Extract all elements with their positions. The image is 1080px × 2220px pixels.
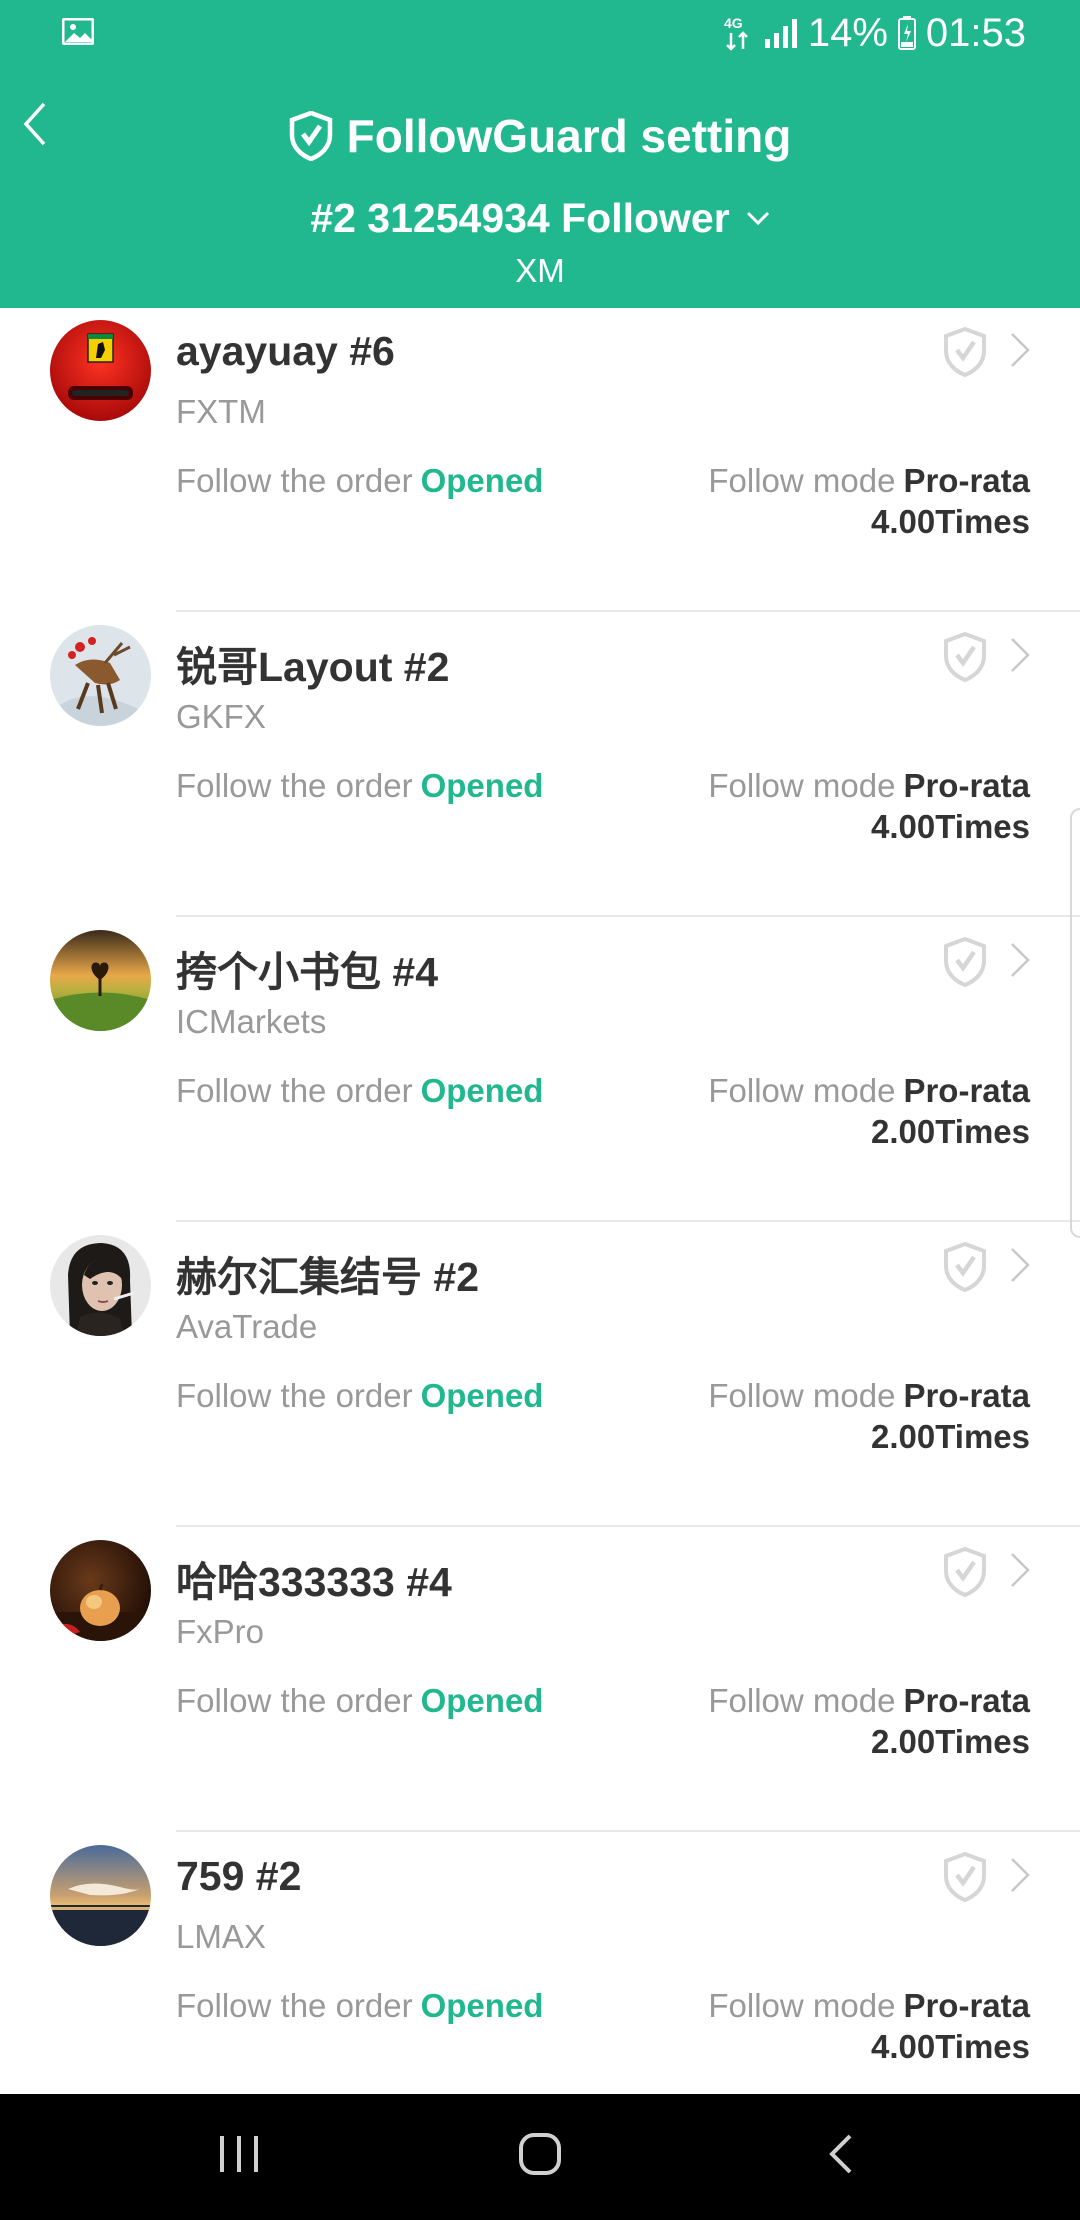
trader-broker: FXTM [176, 393, 266, 430]
follow-mode-label: Follow mode [708, 462, 896, 499]
trader-name: 759 #2 [176, 1853, 302, 1899]
shield-icon[interactable] [942, 1851, 988, 1903]
follow-order-label: Follow the order [176, 462, 413, 499]
list-item[interactable]: ayayuay #6 FXTM Follow the order Opened F… [0, 308, 1080, 612]
avatar [50, 930, 151, 1031]
multiplier-value: 2.00Times [870, 1113, 1030, 1150]
order-status: Opened [420, 1682, 544, 1719]
trader-broker: FxPro [176, 1613, 265, 1650]
signal-icon [764, 19, 797, 48]
follow-mode-value: Pro-rata [903, 1682, 1030, 1719]
clock: 01:53 [925, 10, 1026, 55]
divider [176, 610, 1080, 612]
multiplier-value: 2.00Times [870, 1418, 1030, 1455]
app-header: 4G 14% 01:53 FollowGuard setting #2 3125… [0, 0, 1080, 308]
list-item[interactable]: 挎个小书包 #4 ICMarkets Follow the order Opene… [0, 918, 1080, 1222]
order-status: Opened [420, 767, 544, 804]
network-icon: 4G [724, 15, 754, 51]
battery-percent: 14% [807, 10, 888, 55]
chevron-right-icon[interactable] [1008, 1245, 1032, 1285]
multiplier-value: 4.00Times [870, 503, 1030, 540]
chevron-right-icon[interactable] [1008, 1855, 1032, 1895]
follow-mode-value: Pro-rata [903, 767, 1030, 804]
svg-text:4G: 4G [724, 15, 743, 31]
page-title: FollowGuard setting [346, 110, 792, 162]
trader-broker: LMAX [176, 1918, 266, 1955]
shield-icon[interactable] [942, 631, 988, 683]
follow-order-label: Follow the order [176, 1682, 413, 1719]
trader-name: 哈哈333333 #4 [176, 1559, 452, 1605]
gallery-icon [62, 18, 94, 45]
shield-icon[interactable] [942, 1241, 988, 1293]
follow-mode-value: Pro-rata [903, 1377, 1030, 1414]
follow-list: ayayuay #6 FXTM Follow the order Opened F… [0, 308, 1080, 2094]
follow-order-label: Follow the order [176, 1072, 413, 1109]
status-bar: 4G 14% 01:53 [0, 0, 1080, 66]
avatar [50, 625, 151, 726]
multiplier-value: 4.00Times [870, 808, 1030, 845]
trader-broker: AvaTrade [176, 1308, 318, 1345]
follow-mode-value: Pro-rata [903, 1072, 1030, 1109]
trader-name: 锐哥Layout #2 [176, 644, 450, 690]
list-item[interactable]: 赫尔汇集结号 #2 AvaTrade Follow the order Opene… [0, 1223, 1080, 1527]
divider [176, 915, 1080, 917]
order-status: Opened [420, 1377, 544, 1414]
follow-mode-value: Pro-rata [903, 462, 1030, 499]
account-selector[interactable]: #2 31254934 Follower [0, 190, 1080, 246]
shield-icon[interactable] [942, 936, 988, 988]
chevron-right-icon[interactable] [1008, 1550, 1032, 1590]
chevron-right-icon[interactable] [1008, 940, 1032, 980]
home-icon[interactable] [518, 2132, 562, 2176]
follow-mode-label: Follow mode [708, 1987, 896, 2024]
follow-order-label: Follow the order [176, 1377, 413, 1414]
shield-check-icon [289, 111, 332, 161]
order-status: Opened [420, 1072, 544, 1109]
chevron-down-icon [746, 211, 769, 226]
account-label: #2 31254934 Follower [310, 194, 730, 241]
follow-mode-label: Follow mode [708, 1377, 896, 1414]
avatar [50, 1845, 151, 1946]
follow-order-label: Follow the order [176, 767, 413, 804]
recent-apps-icon[interactable] [218, 2132, 260, 2176]
scrollbar[interactable] [1070, 808, 1080, 1238]
avatar [50, 1540, 151, 1641]
divider [176, 1830, 1080, 1832]
shield-icon[interactable] [942, 326, 988, 378]
list-item[interactable]: 锐哥Layout #2 GKFX Follow the order Opened … [0, 613, 1080, 917]
trader-broker: GKFX [176, 698, 266, 735]
list-item[interactable]: 哈哈333333 #4 FxPro Follow the order Opened… [0, 1528, 1080, 1832]
follow-mode-label: Follow mode [708, 1682, 896, 1719]
battery-icon [897, 16, 916, 50]
multiplier-value: 4.00Times [870, 2028, 1030, 2065]
account-broker: XM [515, 252, 565, 289]
order-status: Opened [420, 462, 544, 499]
trader-name: ayayuay #6 [176, 328, 395, 374]
avatar [50, 320, 151, 421]
list-item[interactable]: 759 #2 LMAX Follow the order Opened Follo… [0, 1833, 1080, 2094]
chevron-right-icon[interactable] [1008, 635, 1032, 675]
order-status: Opened [420, 1987, 544, 2024]
follow-mode-label: Follow mode [708, 1072, 896, 1109]
follow-mode-value: Pro-rata [903, 1987, 1030, 2024]
follow-order-label: Follow the order [176, 1987, 413, 2024]
follow-mode-label: Follow mode [708, 767, 896, 804]
chevron-right-icon[interactable] [1008, 330, 1032, 370]
trader-broker: ICMarkets [176, 1003, 327, 1040]
divider [176, 1525, 1080, 1527]
multiplier-value: 2.00Times [870, 1723, 1030, 1760]
divider [176, 1220, 1080, 1222]
navigation-bar [0, 2094, 1080, 2220]
trader-name: 赫尔汇集结号 #2 [176, 1254, 479, 1300]
back-nav-icon[interactable] [826, 2132, 856, 2176]
shield-icon[interactable] [942, 1546, 988, 1598]
avatar [50, 1235, 151, 1336]
trader-name: 挎个小书包 #4 [176, 949, 438, 995]
